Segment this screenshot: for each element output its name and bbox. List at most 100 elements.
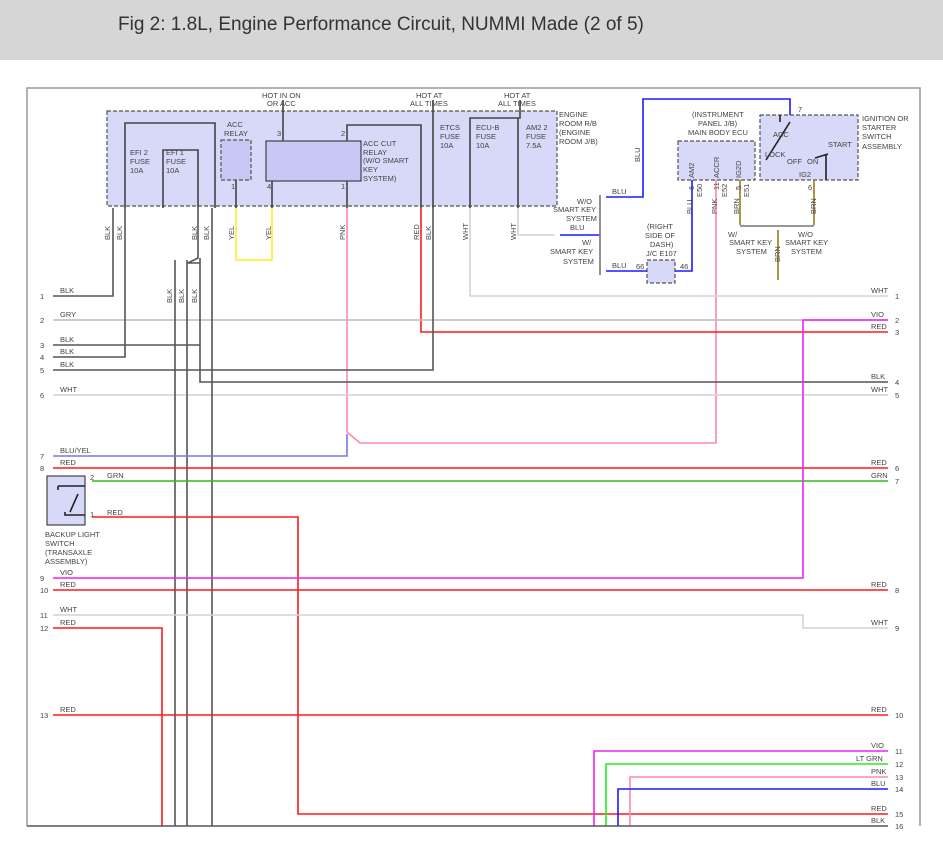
- diagram-label: 7.5A: [526, 141, 541, 150]
- diagram-label: 1: [90, 510, 94, 519]
- diagram-label: 10A: [440, 141, 453, 150]
- wire-label: RED: [60, 705, 76, 714]
- diagram-label: EFI 1: [166, 148, 184, 157]
- wire-label: BLU: [633, 147, 642, 162]
- diagram-label: START: [828, 140, 852, 149]
- wire-label: WHT: [509, 223, 518, 240]
- wire-label: ACCR: [712, 156, 721, 178]
- wire-label: 1: [40, 292, 44, 301]
- vio-l9: [53, 319, 888, 579]
- wire-label: BLK: [60, 335, 74, 344]
- wire-label: 8: [40, 464, 44, 473]
- wire-label: E50: [695, 184, 704, 197]
- diagram-label: KEY: [363, 165, 378, 174]
- diagram-label: MAIN BODY ECU: [688, 128, 748, 137]
- diagram-label: FUSE: [526, 132, 546, 141]
- diagram-label: (W/O SMART: [363, 156, 409, 165]
- diagram-label: ECU-B: [476, 123, 499, 132]
- pnk-wire: [346, 180, 717, 444]
- wire-label: BLK: [60, 286, 74, 295]
- wire-label: 4: [40, 353, 44, 362]
- diagram-label: ROOM J/B): [559, 137, 598, 146]
- diagram-label: SIDE OF: [645, 231, 675, 240]
- diagram-label: RELAY: [224, 129, 248, 138]
- wire-label: 5: [40, 366, 44, 375]
- diagram-label: 1: [231, 182, 235, 191]
- diagram-label: SMART KEY: [550, 247, 593, 256]
- wire-label: RED: [871, 804, 887, 813]
- diagram-label: BLU: [612, 261, 627, 270]
- wire-label: RED: [871, 458, 887, 467]
- wire-label: 9: [40, 574, 44, 583]
- wire-label: BLK: [424, 226, 433, 240]
- diagram-label: (ENGINE: [559, 128, 590, 137]
- diagram-label: ETCS: [440, 123, 460, 132]
- wire-label: BLK: [115, 226, 124, 240]
- wire-label: 12: [40, 624, 48, 633]
- diagram-label: (TRANSAXLE: [45, 548, 92, 557]
- wire-label: 2: [895, 316, 899, 325]
- acc-cut-relay: [265, 140, 362, 182]
- wire-label: WHT: [871, 618, 888, 627]
- diagram-label: SYSTEM: [736, 247, 767, 256]
- wire-label: 9: [895, 624, 899, 633]
- acc-relay: [220, 139, 252, 181]
- wire-label: BLK: [103, 226, 112, 240]
- diagram-label: ALL TIMES: [498, 99, 536, 108]
- wire-label: 11: [40, 611, 48, 620]
- diagram-label: (RIGHT: [647, 222, 673, 231]
- backup-light-switch: [46, 475, 86, 526]
- wire-label: PNK: [338, 225, 347, 240]
- wire-label: BRN: [809, 198, 818, 214]
- wire-label: RED: [60, 618, 76, 627]
- wire-label: 10: [40, 586, 48, 595]
- wire-label: WHT: [871, 385, 888, 394]
- wire-label: RED: [60, 580, 76, 589]
- diagram-label: LOCK: [765, 150, 785, 159]
- wire-label: RED: [412, 224, 421, 240]
- diagram-label: ACC: [773, 130, 789, 139]
- wire-label: BLK: [60, 360, 74, 369]
- wire-label: WHT: [871, 286, 888, 295]
- wire-label: 3: [895, 328, 899, 337]
- diagram-label: OFF: [787, 157, 802, 166]
- diagram-label: ENGINE: [559, 110, 588, 119]
- diagram-label: BACKUP LIGHT: [45, 530, 100, 539]
- wire-label: BLK: [871, 816, 885, 825]
- diagram-label: 3: [277, 129, 281, 138]
- wire-label: 2: [40, 316, 44, 325]
- brace: [599, 195, 814, 275]
- diagram-label: W/: [582, 238, 592, 247]
- diagram-label: OR ACC: [267, 99, 296, 108]
- diagram-label: FUSE: [130, 157, 150, 166]
- diagram-label: ASSEMBLY: [862, 142, 902, 151]
- wire-label: BLK: [165, 289, 174, 303]
- wire-label: BLK: [190, 226, 199, 240]
- diagram-label: FUSE: [476, 132, 496, 141]
- diagram-label: SWITCH: [862, 132, 892, 141]
- diagram-label: 10A: [130, 166, 143, 175]
- wire-label: WHT: [60, 605, 77, 614]
- diagram-label: ACC: [227, 120, 243, 129]
- wire-label: 7: [40, 452, 44, 461]
- wht-smart-wire: [517, 208, 555, 236]
- red-l12: [53, 627, 163, 826]
- diagram-label: 66: [636, 262, 644, 271]
- diagram-label: 7: [798, 105, 802, 114]
- wire-label: GRY: [60, 310, 76, 319]
- wire-label: RED: [871, 322, 887, 331]
- wire-label: BLK: [60, 347, 74, 356]
- wire-label: 16: [895, 822, 903, 831]
- wire-label: 14: [895, 785, 903, 794]
- wire-label: RED: [60, 458, 76, 467]
- wire-label: WHT: [461, 223, 470, 240]
- wire-label: VIO: [60, 568, 73, 577]
- wire-label: 12: [895, 760, 903, 769]
- diagram-label: ACC CUT: [363, 139, 397, 148]
- wire-label: BLK: [871, 372, 885, 381]
- wire-label: RED: [871, 705, 887, 714]
- diagram-label: 2: [341, 129, 345, 138]
- wire-label: WHT: [60, 385, 77, 394]
- diagram-label: J/C E107: [646, 249, 677, 258]
- wire-label: E51: [742, 184, 751, 197]
